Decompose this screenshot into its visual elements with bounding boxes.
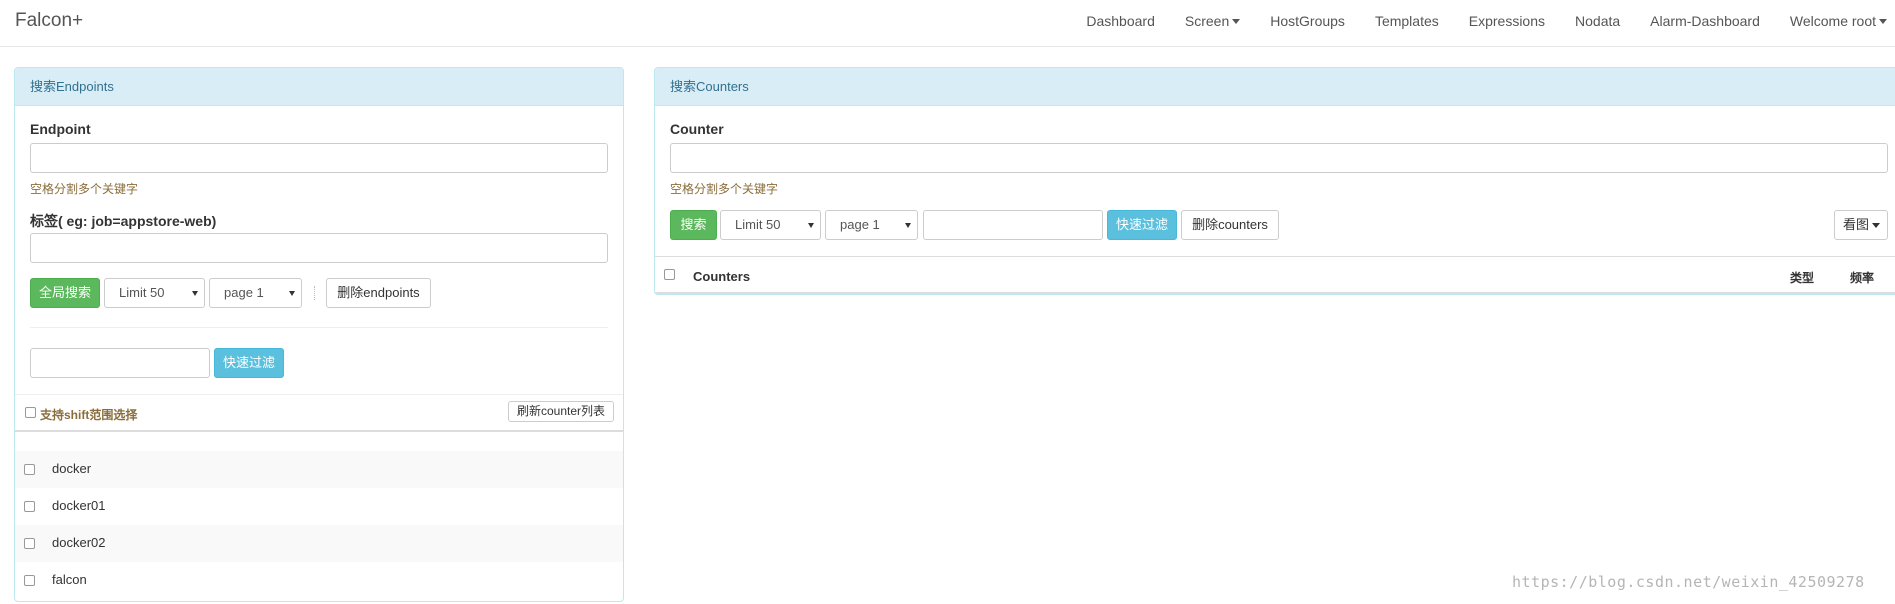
endpoint-name: docker02 bbox=[52, 535, 106, 550]
nav-templates-label: Templates bbox=[1374, 13, 1439, 29]
endpoint-quick-filter-button[interactable]: 快速过滤 bbox=[214, 348, 284, 378]
delete-endpoints-button[interactable]: 删除endpoints bbox=[326, 278, 431, 308]
nav-nodata[interactable]: Nodata bbox=[1560, 0, 1635, 42]
endpoint-search-input[interactable] bbox=[30, 143, 608, 173]
global-search-button[interactable]: 全局搜索 bbox=[30, 278, 100, 308]
counter-page-select[interactable]: page 1 bbox=[825, 210, 918, 240]
counter-page-value: page 1 bbox=[840, 217, 880, 232]
select-all-counters-checkbox[interactable] bbox=[664, 269, 675, 280]
freq-column-header: 频率 bbox=[1850, 271, 1875, 285]
divider bbox=[655, 292, 1895, 294]
list-item[interactable]: falcon bbox=[15, 562, 623, 599]
select-arrow-icon bbox=[289, 291, 295, 296]
nav-templates[interactable]: Templates bbox=[1360, 0, 1454, 42]
divider-dots bbox=[314, 286, 316, 300]
nav-expressions[interactable]: Expressions bbox=[1454, 0, 1560, 42]
counters-panel-title: 搜索Counters bbox=[655, 68, 1895, 106]
counter-help-text: 空格分割多个关键字 bbox=[670, 182, 779, 196]
nav-hostgroups-label: HostGroups bbox=[1270, 13, 1345, 29]
endpoint-page-select[interactable]: page 1 bbox=[209, 278, 302, 308]
nav-nodata-label: Nodata bbox=[1575, 13, 1621, 29]
delete-counters-button[interactable]: 删除counters bbox=[1181, 210, 1279, 240]
divider bbox=[15, 394, 623, 395]
shift-select-label: 支持shift范围选择 bbox=[40, 408, 138, 422]
select-arrow-icon bbox=[905, 223, 911, 228]
select-arrow-icon bbox=[808, 223, 814, 228]
nav-dashboard-label: Dashboard bbox=[1086, 13, 1155, 29]
select-arrow-icon bbox=[192, 291, 198, 296]
caret-down-icon bbox=[1232, 18, 1241, 24]
endpoint-name: falcon bbox=[52, 572, 87, 587]
nav-menu: Dashboard Screen HostGroups Templates Ex… bbox=[1071, 0, 1895, 47]
endpoint-help-text: 空格分割多个关键字 bbox=[30, 182, 139, 196]
divider bbox=[30, 327, 608, 328]
nav-expressions-label: Expressions bbox=[1468, 13, 1546, 29]
counter-limit-select[interactable]: Limit 50 bbox=[720, 210, 821, 240]
counter-filter-input[interactable] bbox=[923, 210, 1103, 240]
list-item[interactable]: docker bbox=[15, 451, 623, 488]
counter-quick-filter-button[interactable]: 快速过滤 bbox=[1107, 210, 1177, 240]
endpoint-checkbox[interactable] bbox=[24, 501, 35, 512]
caret-down-icon bbox=[1872, 223, 1881, 229]
view-graph-label: 看图 bbox=[1843, 217, 1870, 232]
endpoints-panel-title: 搜索Endpoints bbox=[15, 68, 623, 106]
counter-search-input[interactable] bbox=[670, 143, 1888, 173]
nav-alarm-dashboard[interactable]: Alarm-Dashboard bbox=[1635, 0, 1775, 42]
list-item[interactable]: docker02 bbox=[15, 525, 623, 562]
endpoint-label: Endpoint bbox=[30, 121, 91, 137]
endpoint-limit-value: Limit 50 bbox=[119, 285, 165, 300]
divider bbox=[15, 430, 623, 432]
nav-user-menu[interactable]: Welcome root bbox=[1775, 0, 1895, 42]
brand-logo[interactable]: Falcon+ bbox=[15, 10, 83, 32]
shift-select-checkbox[interactable] bbox=[25, 407, 36, 418]
tag-label: 标签( eg: job=appstore-web) bbox=[30, 213, 217, 229]
divider bbox=[655, 256, 1895, 257]
endpoint-checkbox[interactable] bbox=[24, 575, 35, 586]
endpoint-checkbox[interactable] bbox=[24, 464, 35, 475]
counter-label: Counter bbox=[670, 121, 724, 137]
endpoint-page-value: page 1 bbox=[224, 285, 264, 300]
counters-panel: 搜索Counters Counter 空格分割多个关键字 搜索 Limit 50… bbox=[654, 67, 1895, 295]
counters-column-header: Counters bbox=[693, 269, 751, 284]
endpoint-name: docker bbox=[52, 461, 92, 476]
nav-alarm-dashboard-label: Alarm-Dashboard bbox=[1650, 13, 1760, 29]
watermark-text: https://blog.csdn.net/weixin_42509278 bbox=[1512, 573, 1865, 591]
type-column-header: 类型 bbox=[1790, 271, 1815, 285]
nav-hostgroups[interactable]: HostGroups bbox=[1255, 0, 1360, 42]
nav-dashboard[interactable]: Dashboard bbox=[1071, 0, 1170, 42]
endpoint-name: docker01 bbox=[52, 498, 106, 513]
nav-screen[interactable]: Screen bbox=[1170, 0, 1255, 42]
list-item[interactable]: docker01 bbox=[15, 488, 623, 525]
tag-search-input[interactable] bbox=[30, 233, 608, 263]
endpoint-checkbox[interactable] bbox=[24, 538, 35, 549]
nav-screen-label: Screen bbox=[1184, 13, 1230, 29]
endpoints-panel: 搜索Endpoints Endpoint 空格分割多个关键字 标签( eg: j… bbox=[14, 67, 624, 602]
counter-search-button[interactable]: 搜索 bbox=[670, 210, 717, 240]
refresh-counter-list-button[interactable]: 刷新counter列表 bbox=[508, 401, 614, 422]
endpoint-filter-input[interactable] bbox=[30, 348, 210, 378]
nav-user-label: Welcome root bbox=[1789, 13, 1876, 29]
top-navbar: Falcon+ Dashboard Screen HostGroups Temp… bbox=[0, 0, 1895, 47]
view-graph-button[interactable]: 看图 bbox=[1834, 210, 1888, 240]
endpoint-limit-select[interactable]: Limit 50 bbox=[104, 278, 205, 308]
caret-down-icon bbox=[1879, 18, 1887, 24]
counter-limit-value: Limit 50 bbox=[735, 217, 781, 232]
